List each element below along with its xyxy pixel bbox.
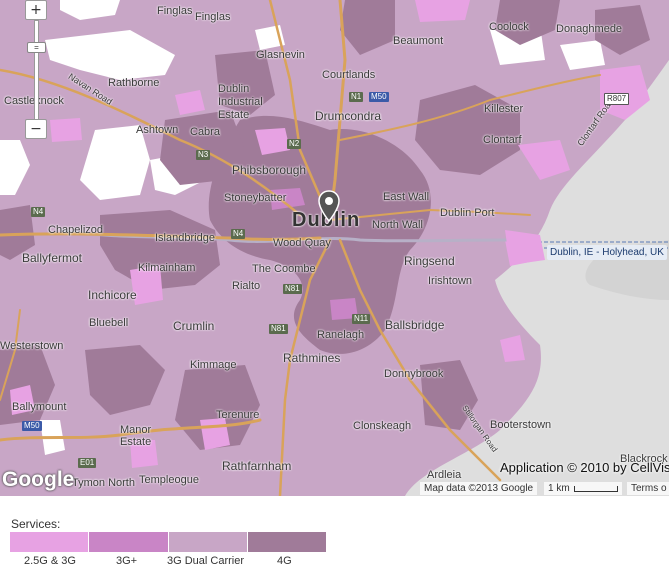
legend-swatch-3gplus <box>89 532 169 552</box>
district-label: Dublin Industrial Estate <box>218 83 263 121</box>
scale-bar: 1 km <box>544 482 622 495</box>
district-label: Islandbridge <box>155 232 215 244</box>
district-label: Killester <box>484 103 524 115</box>
road-shield: N2 <box>287 139 302 149</box>
coverage-map[interactable]: Finglas Finglas Beaumont Coolock Donaghm… <box>0 0 669 496</box>
district-label: Booterstown <box>490 419 552 431</box>
district-label: Kimmage <box>190 359 237 371</box>
district-label: Rathfarnham <box>222 459 292 473</box>
legend-swatch-3g-dual <box>168 532 248 552</box>
road-shield: N11 <box>352 314 371 324</box>
district-label: Rathborne <box>108 77 160 89</box>
district-label: Glasnevin <box>256 49 305 61</box>
road-shield: N1 <box>349 92 364 102</box>
legend-label: 3G Dual Carrier <box>167 555 245 567</box>
location-marker-icon[interactable] <box>318 190 340 227</box>
district-label: East Wall <box>383 191 430 203</box>
road-shield: M50 <box>369 92 389 102</box>
district-label: Donaghmede <box>556 23 623 35</box>
coastal-coverage <box>505 230 545 265</box>
district-label: Rathmines <box>283 351 341 365</box>
district-label: Crumlin <box>173 319 215 333</box>
district-label: Westerstown <box>0 340 64 352</box>
district-label: Beaumont <box>393 35 444 47</box>
district-label: Ashtown <box>136 124 179 136</box>
zoom-in-button[interactable]: + <box>25 0 47 20</box>
legend-bar <box>10 532 326 552</box>
district-label: Ranelagh <box>317 329 365 341</box>
district-label: Manor Estate <box>120 424 152 448</box>
district-label: Stoneybatter <box>224 192 287 204</box>
legend-label: 3G+ <box>116 555 138 567</box>
district-label: The Coombe <box>252 263 316 275</box>
road-shield: M50 <box>22 421 42 431</box>
legend-swatch-4g <box>247 532 326 552</box>
district-label: Finglas <box>195 11 231 23</box>
road-shield: N3 <box>196 150 211 160</box>
district-label: Cabra <box>190 126 220 138</box>
zoom-control: + = − <box>25 0 47 140</box>
district-label: Drumcondra <box>315 109 382 123</box>
road-shield: N81 <box>283 284 302 294</box>
district-label: Clonskeagh <box>353 420 412 432</box>
legend-label: 4G <box>277 555 292 567</box>
road-shield: R807 <box>604 93 630 105</box>
zoom-out-button[interactable]: − <box>25 119 47 139</box>
district-label: Ballsbridge <box>385 318 445 332</box>
district-label: Courtlands <box>322 69 376 81</box>
road-shield: E01 <box>78 458 97 468</box>
zoom-slider-handle[interactable]: = <box>27 42 46 53</box>
google-logo[interactable]: Google <box>2 468 74 492</box>
district-label: Templeogue <box>139 474 199 486</box>
district-label: Ardleia <box>427 469 462 481</box>
legend-swatch-2g3g <box>10 532 90 552</box>
terms-link[interactable]: Terms o <box>627 482 669 495</box>
zoom-track[interactable] <box>34 20 39 120</box>
road-shield: N81 <box>269 324 288 334</box>
scale-label: 1 km <box>548 483 570 494</box>
legend-title: Services: <box>11 517 61 531</box>
district-label: Clontarf <box>483 134 522 146</box>
district-label: Finglas <box>157 5 193 17</box>
district-label: Tymon North <box>72 477 135 489</box>
district-label: Wood Quay <box>273 237 331 249</box>
district-label: Rialto <box>232 280 261 292</box>
ferry-route-label[interactable]: Dublin, IE - Holyhead, UK <box>547 245 667 260</box>
road-shield: N4 <box>231 229 246 239</box>
scale-line <box>573 485 618 492</box>
district-label: North Wall <box>372 219 423 231</box>
district-label: Donnybrook <box>384 368 444 380</box>
district-label: Ringsend <box>404 254 455 268</box>
map-data-attribution[interactable]: Map data ©2013 Google <box>420 482 538 495</box>
district-label: Inchicore <box>88 288 137 302</box>
district-label: Phibsborough <box>232 163 307 177</box>
district-label: Bluebell <box>89 317 129 329</box>
district-label: Terenure <box>216 409 260 421</box>
district-label: Kilmainham <box>138 262 196 274</box>
district-label: Coolock <box>489 21 529 33</box>
app-credit: Application © 2010 by CellVision <box>500 460 669 475</box>
legend-label: 2.5G & 3G <box>24 555 76 567</box>
road-shield: N4 <box>31 207 46 217</box>
district-label: Chapelizod <box>48 224 104 236</box>
district-label: Ballymount <box>12 401 67 413</box>
district-label: Irishtown <box>428 275 473 287</box>
district-label: Dublin Port <box>440 207 495 219</box>
district-label: Ballyfermot <box>22 251 83 265</box>
